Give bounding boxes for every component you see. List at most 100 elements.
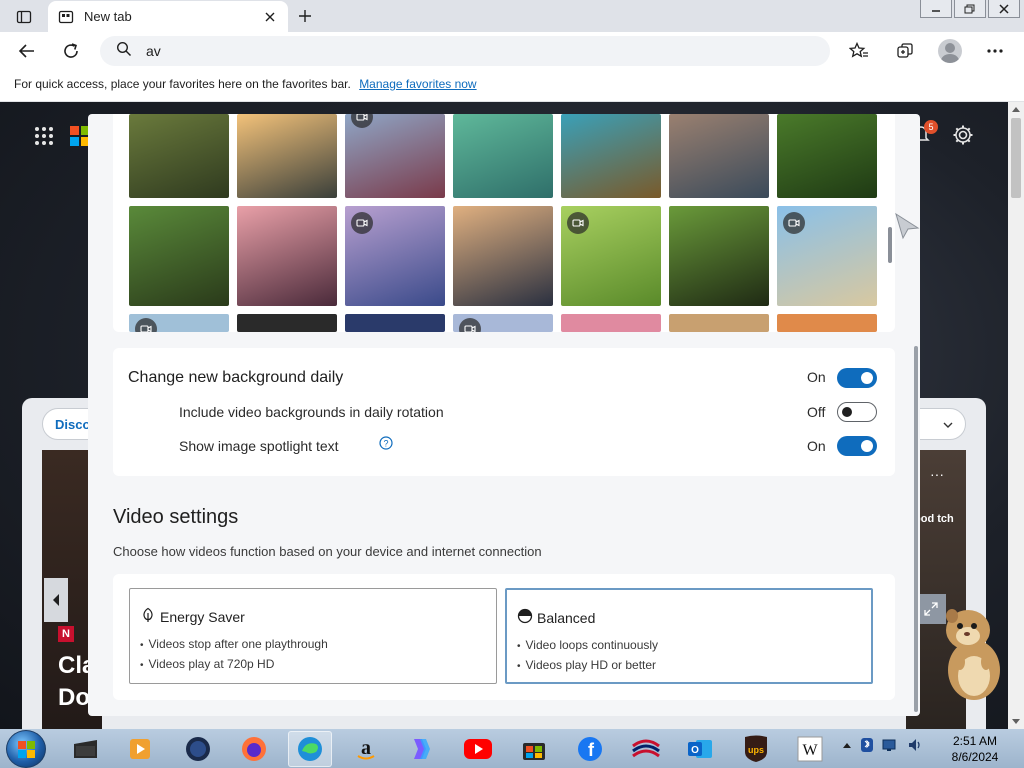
new-tab-button[interactable] [292,4,318,28]
leaf-icon [140,607,156,623]
firefox-icon[interactable] [232,731,276,767]
outlook-icon[interactable]: O [678,731,722,767]
address-bar[interactable]: av [100,36,830,66]
background-thumbnail[interactable] [561,114,661,198]
amazon-icon[interactable]: a [344,731,388,767]
network-icon[interactable] [882,738,900,752]
bluetooth-icon[interactable] [860,737,874,753]
system-clock[interactable]: 2:51 AM 8/6/2024 [944,733,1006,765]
background-gallery [113,114,895,332]
video-camera-icon [783,212,805,234]
svg-text:ups: ups [748,745,764,755]
help-icon[interactable]: ? [379,436,393,450]
half-circle-icon [517,608,533,624]
page-scrollbar[interactable] [1008,102,1024,729]
background-thumbnail[interactable] [237,206,337,306]
tab-bar: New tab [0,0,1024,32]
background-thumbnail[interactable] [453,114,553,198]
energy-saver-option[interactable]: Energy Saver • Videos stop after one play… [129,588,497,684]
video-settings-card: Energy Saver • Videos stop after one play… [113,574,895,700]
new-tab-icon [58,9,74,25]
collections-icon[interactable] [890,37,920,65]
bank-icon[interactable] [624,731,668,767]
browser-toolbar: av [0,32,1024,70]
app-launcher-icon[interactable] [34,126,54,146]
volume-icon[interactable] [908,738,924,752]
back-button[interactable] [12,37,42,65]
svg-text:f: f [588,740,595,760]
manage-favorites-link[interactable]: Manage favorites now [359,77,476,91]
close-window-button[interactable] [988,0,1020,18]
background-thumbnail[interactable] [669,114,769,198]
show-hidden-icons[interactable] [842,741,852,749]
ups-icon[interactable]: ups [734,731,778,767]
page-scrollbar-thumb[interactable] [1011,118,1021,198]
balanced-option[interactable]: Balanced • Video loops continuously • Vide… [505,588,873,684]
background-thumbnail[interactable] [237,114,337,198]
copilot-icon[interactable] [398,731,442,767]
store-icon[interactable] [512,731,556,767]
video-settings-title: Video settings [113,506,239,528]
start-button[interactable] [6,730,46,768]
background-thumbnail[interactable] [345,206,445,306]
globe-icon[interactable] [176,731,220,767]
favorites-bar: For quick access, place your favorites h… [0,70,1024,102]
tab-actions-icon[interactable] [8,6,40,28]
background-thumbnail[interactable] [129,314,229,332]
background-thumbnail[interactable] [777,314,877,332]
tab-title: New tab [84,9,132,24]
restore-button[interactable] [954,0,986,18]
background-thumbnail[interactable] [669,314,769,332]
balanced-detail: • Videos play HD or better [517,658,657,672]
edge-icon[interactable] [288,731,332,767]
energy-saver-detail: • Videos stop after one playthrough [140,637,328,651]
video-camera-icon [459,318,481,332]
video-camera-icon [351,212,373,234]
background-thumbnail[interactable] [345,114,445,198]
background-thumbnail[interactable] [453,206,553,306]
close-tab-icon[interactable] [262,9,278,25]
more-options-icon[interactable] [980,37,1010,65]
background-thumbnail[interactable] [129,114,229,198]
background-thumbnail[interactable] [237,314,337,332]
story-more-icon[interactable]: ··· [930,466,944,482]
video-rotation-label: Include video backgrounds in daily rotat… [179,404,444,420]
spotlight-text-toggle[interactable] [837,436,877,456]
video-rotation-toggle[interactable] [837,402,877,422]
tab-new-tab[interactable]: New tab [48,1,288,32]
background-thumbnail[interactable] [777,206,877,306]
change-background-daily-toggle[interactable] [837,368,877,388]
svg-text:O: O [691,745,699,756]
background-thumbnail[interactable] [561,314,661,332]
gallery-scrollbar-thumb[interactable] [888,227,892,263]
background-thumbnail[interactable] [561,206,661,306]
facebook-icon[interactable]: f [568,731,612,767]
panel-scrollbar[interactable] [912,114,920,716]
energy-saver-detail: • Videos play at 720p HD [140,657,275,671]
media-icon[interactable] [118,731,162,767]
balanced-detail: • Video loops continuously [517,638,659,652]
carousel-prev-button[interactable] [44,578,68,622]
background-thumbnail[interactable] [669,206,769,306]
favorites-star-icon[interactable] [844,37,874,65]
search-icon [116,41,132,62]
background-thumbnail[interactable] [453,314,553,332]
youtube-icon[interactable] [456,731,500,767]
system-tray [842,737,924,753]
settings-gear-icon[interactable] [952,124,974,151]
balanced-label: Balanced [537,610,596,626]
microsoft-logo-icon [70,126,90,146]
background-thumbnail[interactable] [129,206,229,306]
wikipedia-icon[interactable]: W [788,731,832,767]
background-thumbnail[interactable] [777,114,877,198]
background-thumbnail[interactable] [345,314,445,332]
address-input[interactable]: av [146,43,161,59]
video-settings-description: Choose how videos function based on your… [113,544,542,559]
minimize-button[interactable] [920,0,952,18]
profile-avatar[interactable] [938,39,962,63]
panel-scrollbar-thumb[interactable] [914,346,918,712]
background-options-card: Change new background daily On Include v… [113,348,895,476]
explorer-icon[interactable] [64,731,108,767]
svg-text:W: W [802,742,818,759]
refresh-button[interactable] [56,37,86,65]
